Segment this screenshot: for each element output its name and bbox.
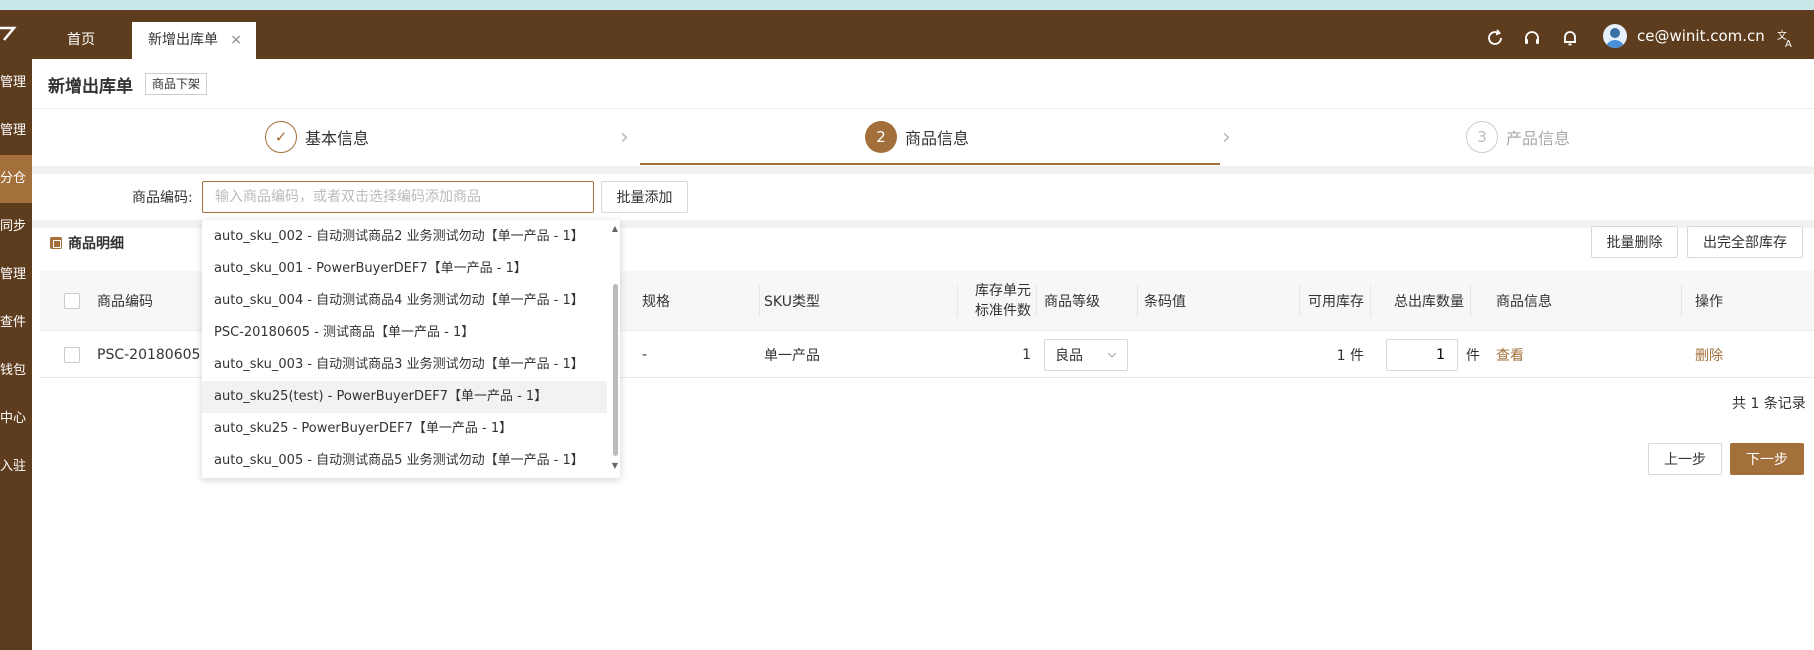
cell-sku-type: 单一产品 [764,348,820,364]
close-icon[interactable]: × [230,22,242,59]
code-dropdown: auto_sku_002 - 自动测试商品2 业务测试勿动【单一产品 - 1】 … [202,220,620,478]
th-unit-qty: 库存单元 标准件数 [961,271,1031,331]
svg-text:A: A [1785,39,1792,49]
sidebar-item[interactable]: 钱包 [0,347,32,395]
sidebar-item[interactable]: 查件 [0,299,32,347]
sidebar: 管理 管理 分仓 同步 管理 查件 钱包 中心 入驻 [0,59,32,650]
batch-add-button[interactable]: 批量添加 [601,181,688,213]
th-barcode: 条码值 [1144,294,1186,310]
view-link[interactable]: 查看 [1496,332,1524,378]
tab-label: 新增出库单 [148,32,218,48]
out-all-stock-button[interactable]: 出完全部库存 [1687,226,1803,258]
step-goods-info: 3 产品信息 [1466,120,1570,154]
check-icon: ✓ [265,121,297,153]
bell-icon[interactable] [1559,27,1581,49]
th-unit-qty-line1: 库存单元 [975,283,1031,299]
column-separator [1137,285,1138,317]
th-sku-type: SKU类型 [764,294,820,310]
dropdown-option[interactable]: auto_sku_005 - 自动测试商品5 业务测试勿动【单一产品 - 1】 [202,445,607,477]
user-email[interactable]: ce@winit.com.cn [1637,25,1765,47]
dropdown-option[interactable]: auto_sku_002 - 自动测试商品2 业务测试勿动【单一产品 - 1】 [202,221,607,253]
next-step-button[interactable]: 下一步 [1730,443,1804,475]
column-separator [759,285,760,317]
row-checkbox[interactable] [64,332,80,378]
sidebar-item[interactable]: 入驻 [0,443,32,491]
tab-new-outbound[interactable]: 新增出库单 × [132,22,256,59]
dropdown-option[interactable]: auto_sku_004 - 自动测试商品4 业务测试勿动【单一产品 - 1】 [202,285,607,317]
cell-spec: - [642,347,648,363]
step-label: 基本信息 [305,129,370,148]
dropdown-option[interactable]: auto_sku25 - PowerBuyerDEF7【单一产品 - 1】 [202,413,607,445]
sidebar-item[interactable]: 管理 [0,59,32,107]
chevron-right-icon: › [1222,125,1231,150]
dropdown-option-hover[interactable]: auto_sku25(test) - PowerBuyerDEF7【单一产品 -… [202,381,607,413]
active-step-underline [640,163,1220,165]
scroll-up-icon[interactable]: ▲ [610,224,620,233]
step-label: 商品信息 [905,129,970,148]
batch-delete-button[interactable]: 批量删除 [1591,226,1678,258]
title-tag: 商品下架 [145,73,208,95]
cell-code: PSC-20180605 [97,347,201,363]
scroll-down-icon[interactable]: ▼ [610,461,620,470]
sidebar-item-active[interactable]: 分仓 [0,155,32,203]
sidebar-item[interactable]: 同步 [0,203,32,251]
sidebar-item[interactable]: 中心 [0,395,32,443]
detail-title: 商品明细 [50,233,124,253]
th-total-out: 总出库数量 [1394,294,1464,310]
step-number: 2 [865,121,897,153]
grade-select[interactable]: 良品 [1044,332,1128,378]
th-grade: 商品等级 [1044,294,1100,310]
tab-home[interactable]: 首页 [38,22,124,59]
th-code: 商品编码 [97,294,153,310]
select-all-checkbox[interactable] [64,271,80,331]
total-records: 共 1 条记录 [1732,396,1806,412]
th-unit-qty-line2: 标准件数 [975,303,1031,319]
prev-step-button[interactable]: 上一步 [1648,443,1722,475]
cell-available: 1 件 [1336,348,1364,364]
column-separator [1299,285,1300,317]
dropdown-option[interactable]: PSC-20180605 - 测试商品【单一产品 - 1】 [202,317,607,349]
scrollbar-thumb[interactable] [613,284,618,456]
column-separator [1036,285,1037,317]
delete-link[interactable]: 删除 [1695,332,1723,378]
dropdown-scrollbar[interactable]: ▲ ▼ [610,220,620,478]
cell-unit: 件 [1466,348,1480,364]
th-spec: 规格 [642,294,670,310]
th-action: 操作 [1695,294,1723,310]
grade-value: 良品 [1055,348,1083,364]
browser-top-strip [0,0,1814,10]
step-basic-info: ✓ 基本信息 [265,120,369,154]
logo-icon [0,26,17,41]
sidebar-item[interactable]: 管理 [0,251,32,299]
step-number: 3 [1466,121,1498,153]
refresh-icon[interactable] [1484,27,1506,49]
translate-icon[interactable]: 文 A [1775,27,1797,49]
code-search-input[interactable] [202,181,594,213]
app-header: 首页 新增出库单 × ce@winit.com.cn 文 A [0,10,1814,59]
section-separator [32,166,1814,174]
chevron-down-icon [1107,352,1117,358]
step-label: 产品信息 [1506,129,1571,148]
column-separator [957,285,958,317]
detail-title-label: 商品明细 [68,236,124,252]
th-available: 可用库存 [1308,294,1364,310]
page-title: 新增出库单 [48,77,133,97]
column-separator [1470,285,1471,317]
dropdown-option[interactable]: auto_sku_003 - 自动测试商品3 业务测试勿动【单一产品 - 1】 [202,349,607,381]
dropdown-option[interactable]: auto_sku_001 - PowerBuyerDEF7【单一产品 - 1】 [202,253,607,285]
code-label: 商品编码: [132,190,193,206]
list-icon [50,237,62,249]
avatar[interactable] [1603,24,1627,48]
cell-unit-qty: 1 [1022,347,1031,363]
headset-icon[interactable] [1521,27,1543,49]
column-separator [1681,285,1682,317]
step-product-info: 2 商品信息 [865,120,969,154]
column-separator [1370,285,1371,317]
divider [32,108,1814,109]
th-product-info: 商品信息 [1496,294,1552,310]
sidebar-item[interactable]: 管理 [0,107,32,155]
chevron-right-icon: › [620,125,629,150]
quantity-input[interactable] [1386,339,1458,371]
quantity-input-wrap: 件 [1386,332,1480,378]
